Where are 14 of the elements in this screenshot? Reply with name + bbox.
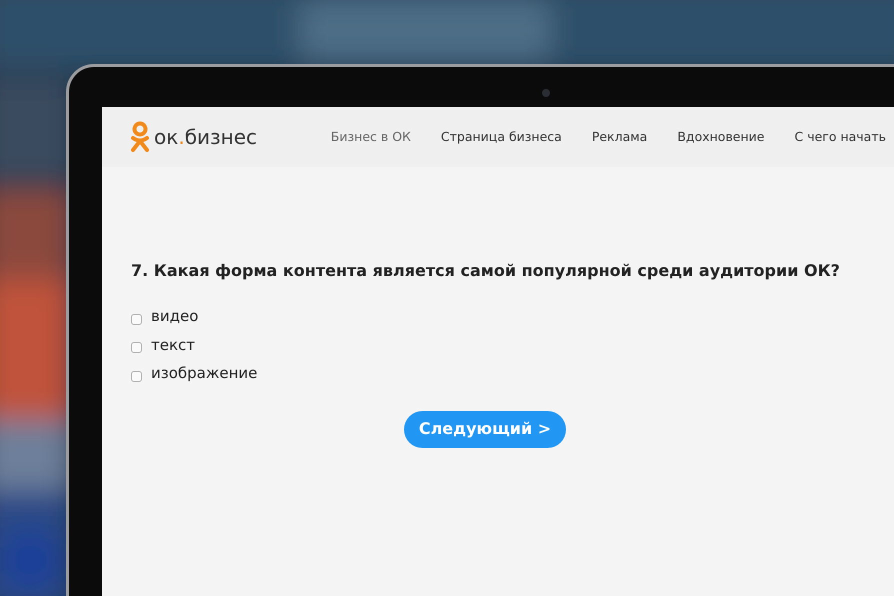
logo-icon [130, 121, 150, 153]
nav-link[interactable]: Вдохновение [677, 128, 764, 146]
checkbox[interactable] [131, 342, 142, 354]
nav-link[interactable]: Страница бизнеса [440, 128, 562, 146]
logo-text: ок.бизнес [154, 124, 258, 151]
option-label: видео [151, 306, 198, 327]
checkbox[interactable] [131, 370, 142, 382]
nav-link[interactable]: Реклама [592, 128, 648, 146]
option-label: изображение [151, 363, 258, 384]
option-label: текст [151, 334, 196, 356]
nav-link[interactable]: Бизнес в ОК [330, 128, 411, 146]
checkbox[interactable] [131, 314, 142, 325]
question-text: 7. Какая форма контента является самой популярной среди аудитории ОК? [131, 260, 841, 282]
nav-link[interactable]: С чего начать [794, 128, 886, 146]
